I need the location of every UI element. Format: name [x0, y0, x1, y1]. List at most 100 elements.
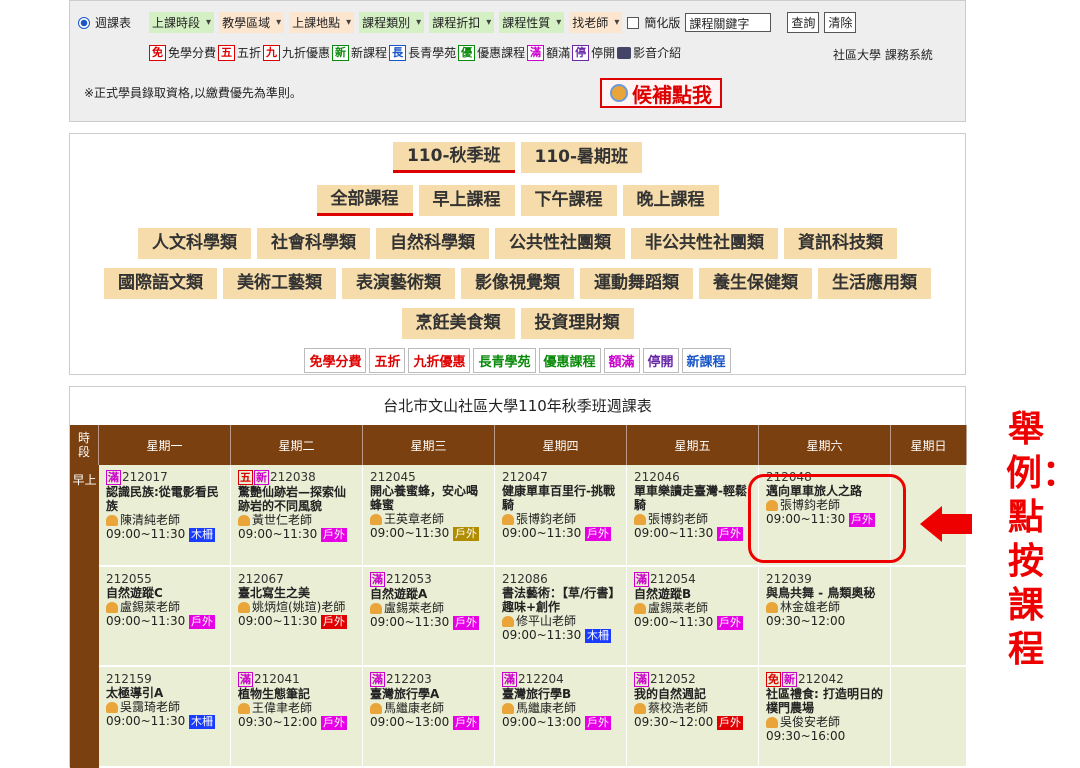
course-cell[interactable]: 212159 太極導引A 吳靄琦老師 09:00~11:30 木柵 [99, 667, 231, 768]
location-badge: 木柵 [585, 628, 612, 643]
course-code: 212159 [106, 672, 152, 686]
tag-90[interactable]: 九折優惠 [408, 348, 471, 373]
location-badge: 戶外 [321, 614, 348, 629]
course-name[interactable]: 自然遊蹤C [106, 586, 223, 600]
cat-health[interactable]: 養生保健類 [699, 268, 812, 299]
course-name[interactable]: 單車樂讀走臺灣-輕鬆騎 [634, 484, 751, 512]
course-name[interactable]: 臺灣旅行學A [370, 687, 487, 701]
select-location[interactable]: 上課地點 ▾ [289, 12, 355, 33]
course-name[interactable]: 與鳥共舞 - 鳥類奧秘 [766, 586, 883, 600]
cat-humanities[interactable]: 人文科學類 [138, 228, 251, 259]
keyword-input[interactable]: 課程關鍵字 [685, 13, 772, 32]
teacher-icon [634, 702, 646, 714]
cat-natural[interactable]: 自然科學類 [376, 228, 489, 259]
select-discount[interactable]: 課程折扣 ▾ [429, 12, 495, 33]
course-name[interactable]: 自然遊蹤B [634, 587, 751, 601]
course-time: 09:00~13:00 戶外 [370, 715, 480, 730]
simple-checkbox[interactable] [627, 16, 640, 29]
legend-new[interactable]: 新課程 [351, 44, 387, 61]
teacher-icon [370, 513, 382, 525]
legend-free[interactable]: 免學分費 [168, 44, 216, 61]
select-category[interactable]: 課程類別 ▾ [359, 12, 425, 33]
term-summer[interactable]: 110-暑期班 [520, 142, 643, 173]
select-area[interactable]: 教學區域 ▾ [219, 12, 285, 33]
select-nature[interactable]: 課程性質 ▾ [499, 12, 565, 33]
course-cell[interactable]: 212047 健康單車百里行-挑戰騎 張博鈞老師 09:00~11:30 戶外 [495, 465, 627, 567]
term-fall[interactable]: 110-秋季班 [392, 142, 515, 173]
legend-full[interactable]: 額滿 [546, 44, 570, 61]
time-all[interactable]: 全部課程 [316, 185, 413, 216]
cat-public-club[interactable]: 公共性社團類 [495, 228, 625, 259]
clear-button[interactable]: 清除 [824, 12, 857, 33]
location-badge: 木柵 [189, 527, 216, 542]
schedule-title: 台北市文山社區大學110年秋季班週課表 [383, 397, 652, 415]
legend-90-tag: 九 [263, 44, 281, 61]
time-evening[interactable]: 晚上課程 [622, 185, 719, 216]
cat-performing[interactable]: 表演藝術類 [342, 268, 455, 299]
course-name[interactable]: 植物生態筆記 [238, 687, 355, 701]
course-cell[interactable]: 212046 單車樂讀走臺灣-輕鬆騎 張博鈞老師 09:00~11:30 戶外 [627, 465, 759, 567]
select-time[interactable]: 上課時段 ▾ [149, 12, 215, 33]
course-name[interactable]: 認識民族:從電影看民族 [106, 485, 223, 513]
legend-offer[interactable]: 優惠課程 [477, 44, 525, 61]
day-header: 星期五 [627, 425, 759, 465]
query-button[interactable]: 查詢 [787, 12, 820, 33]
legend-stop[interactable]: 停開 [591, 44, 615, 61]
tag-half[interactable]: 五折 [369, 348, 406, 373]
course-name[interactable]: 自然遊蹤A [370, 587, 487, 601]
tag-new[interactable]: 新課程 [681, 348, 731, 373]
course-name[interactable]: 社區禮食: 打造明日的樸門農場 [766, 687, 883, 715]
course-time: 09:30~16:00 [766, 729, 846, 743]
course-name[interactable]: 開心養蜜蜂，安心喝蜂蜜 [370, 484, 487, 512]
course-cell[interactable]: 212086 書法藝術：【草/行書】趣味+創作 修平山老師 09:00~11:30 木… [495, 567, 627, 667]
course-cell[interactable]: 212067 臺北寫生之美 姚炳煊(姚瑄)老師 09:00~11:30 戶外 [231, 567, 363, 667]
course-cell[interactable]: 滿 212054 自然遊蹤B 盧錫萊老師 09:00~11:30 戶外 [627, 567, 759, 667]
course-cell[interactable]: 滿 212041 植物生態筆記 王偉聿老師 09:30~12:00 戶外 [231, 667, 363, 768]
course-name[interactable]: 書法藝術：【草/行書】趣味+創作 [502, 586, 619, 614]
select-teacher[interactable]: 找老師 ▾ [569, 12, 623, 33]
course-cell[interactable]: 滿 212052 我的自然週記 蔡校浩老師 09:30~12:00 戶外 [627, 667, 759, 768]
cat-nonpublic-club[interactable]: 非公共性社團類 [631, 228, 778, 259]
legend-video[interactable]: 影音介紹 [633, 44, 681, 61]
cat-visual[interactable]: 影像視覺類 [461, 268, 574, 299]
course-cell[interactable]: 212039 與鳥共舞 - 鳥類奧秘 林金雄老師 09:30~12:00 [759, 567, 891, 667]
legend-senior[interactable]: 長青學苑 [408, 44, 456, 61]
time-morning[interactable]: 早上課程 [418, 185, 515, 216]
time-afternoon[interactable]: 下午課程 [520, 185, 617, 216]
weekly-radio[interactable] [78, 16, 90, 29]
course-cell[interactable]: 212045 開心養蜜蜂，安心喝蜂蜜 王英章老師 09:00~11:30 戶外 [363, 465, 495, 567]
tag-stop[interactable]: 停開 [642, 348, 679, 373]
course-cell[interactable]: 滿 212204 臺灣旅行學B 馬繼康老師 09:00~13:00 戶外 [495, 667, 627, 768]
course-cell[interactable]: 免新 212042 社區禮食: 打造明日的樸門農場 吳俊安老師 09:30~16:00 [759, 667, 891, 768]
tag-senior[interactable]: 長青學苑 [473, 348, 536, 373]
teacher-icon [634, 602, 646, 614]
cat-art[interactable]: 美術工藝類 [223, 268, 336, 299]
legend-half[interactable]: 五折 [237, 44, 261, 61]
course-name[interactable]: 太極導引A [106, 686, 223, 700]
teacher-icon [502, 702, 514, 714]
cat-cooking[interactable]: 烹飪美食類 [401, 308, 515, 339]
course-cell[interactable]: 五新 212038 驚艷仙跡岩—探索仙跡岩的不同風貌 黃世仁老師 09:00~11:30… [231, 465, 363, 567]
tag-full[interactable]: 額滿 [603, 348, 640, 373]
cat-finance[interactable]: 投資理財類 [520, 308, 634, 339]
cat-life[interactable]: 生活應用類 [818, 268, 931, 299]
cat-language[interactable]: 國際語文類 [104, 268, 217, 299]
waitlist-button[interactable]: 候補點我 [600, 78, 722, 108]
cat-sports[interactable]: 運動舞蹈類 [580, 268, 693, 299]
teacher-icon [238, 601, 250, 613]
tag-free[interactable]: 免學分費 [304, 348, 367, 373]
course-cell[interactable]: 滿 212203 臺灣旅行學A 馬繼康老師 09:00~13:00 戶外 [363, 667, 495, 768]
location-badge: 戶外 [453, 526, 480, 541]
cat-it[interactable]: 資訊科技類 [784, 228, 897, 259]
course-name[interactable]: 健康單車百里行-挑戰騎 [502, 484, 619, 512]
course-cell[interactable]: 滿 212017 認識民族:從電影看民族 陳清純老師 09:00~11:30 木柵 [99, 465, 231, 567]
course-name[interactable]: 驚艷仙跡岩—探索仙跡岩的不同風貌 [238, 485, 355, 513]
course-name[interactable]: 臺灣旅行學B [502, 687, 619, 701]
legend-90[interactable]: 九折優惠 [282, 44, 330, 61]
tag-offer[interactable]: 優惠課程 [538, 348, 601, 373]
cat-social[interactable]: 社會科學類 [257, 228, 370, 259]
course-name[interactable]: 我的自然週記 [634, 687, 751, 701]
course-name[interactable]: 臺北寫生之美 [238, 586, 355, 600]
course-cell[interactable]: 212055 自然遊蹤C 盧錫萊老師 09:00~11:30 戶外 [99, 567, 231, 667]
course-cell[interactable]: 滿 212053 自然遊蹤A 盧錫萊老師 09:00~11:30 戶外 [363, 567, 495, 667]
